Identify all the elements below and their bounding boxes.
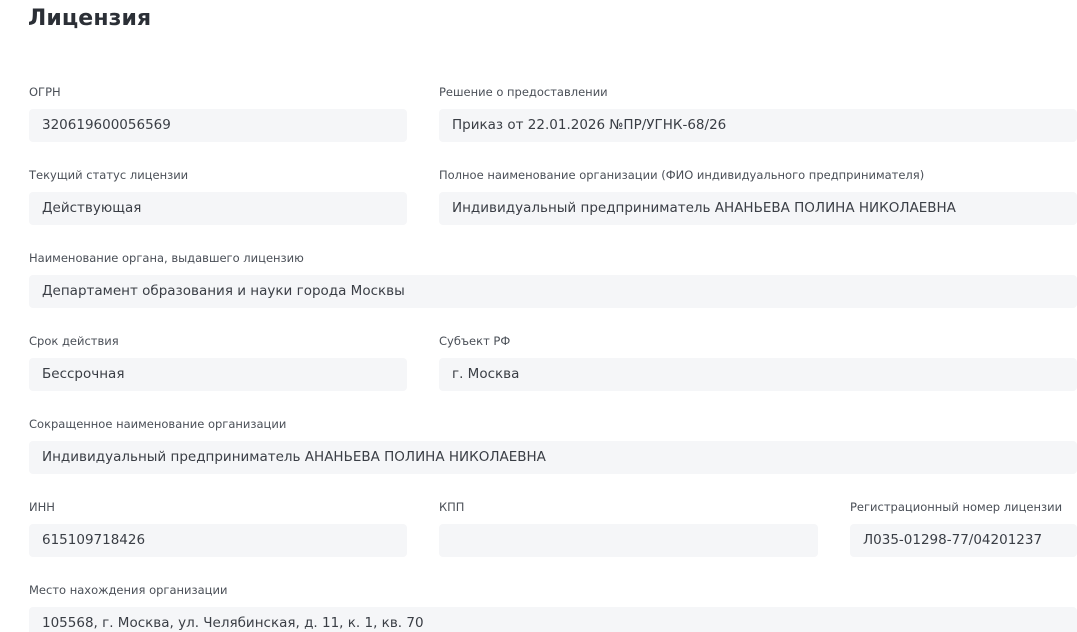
address-field: 105568, г. Москва, ул. Челябинская, д. 1…: [29, 607, 1077, 632]
region-label: Субъект РФ: [439, 334, 511, 348]
status-field: Действующая: [29, 192, 407, 225]
address-label: Место нахождения организации: [29, 583, 228, 597]
ogrn-label: ОГРН: [29, 85, 61, 99]
kpp-field: [439, 524, 818, 557]
short-name-label: Сокращенное наименование организации: [29, 417, 287, 431]
short-name-field: Индивидуальный предприниматель АНАНЬЕВА …: [29, 441, 1077, 474]
inn-field: 615109718426: [29, 524, 407, 557]
license-page: Лицензия ОГРН 320619600056569 Решение о …: [0, 0, 1077, 632]
reg-number-field: Л035-01298-77/04201237: [850, 524, 1077, 557]
kpp-label: КПП: [439, 500, 465, 514]
full-name-field: Индивидуальный предприниматель АНАНЬЕВА …: [439, 192, 1077, 225]
page-title: Лицензия: [28, 6, 152, 31]
inn-label: ИНН: [29, 500, 55, 514]
reg-number-label: Регистрационный номер лицензии: [850, 500, 1063, 514]
issuer-label: Наименование органа, выдавшего лицензию: [29, 251, 304, 265]
status-label: Текущий статус лицензии: [29, 168, 189, 182]
validity-field: Бессрочная: [29, 358, 407, 391]
region-field: г. Москва: [439, 358, 1077, 391]
decision-field: Приказ от 22.01.2026 №ПР/УГНК-68/26: [439, 109, 1077, 142]
ogrn-field: 320619600056569: [29, 109, 407, 142]
full-name-label: Полное наименование организации (ФИО инд…: [439, 168, 925, 182]
issuer-field: Департамент образования и науки города М…: [29, 275, 1077, 308]
decision-label: Решение о предоставлении: [439, 85, 608, 99]
validity-label: Срок действия: [29, 334, 119, 348]
